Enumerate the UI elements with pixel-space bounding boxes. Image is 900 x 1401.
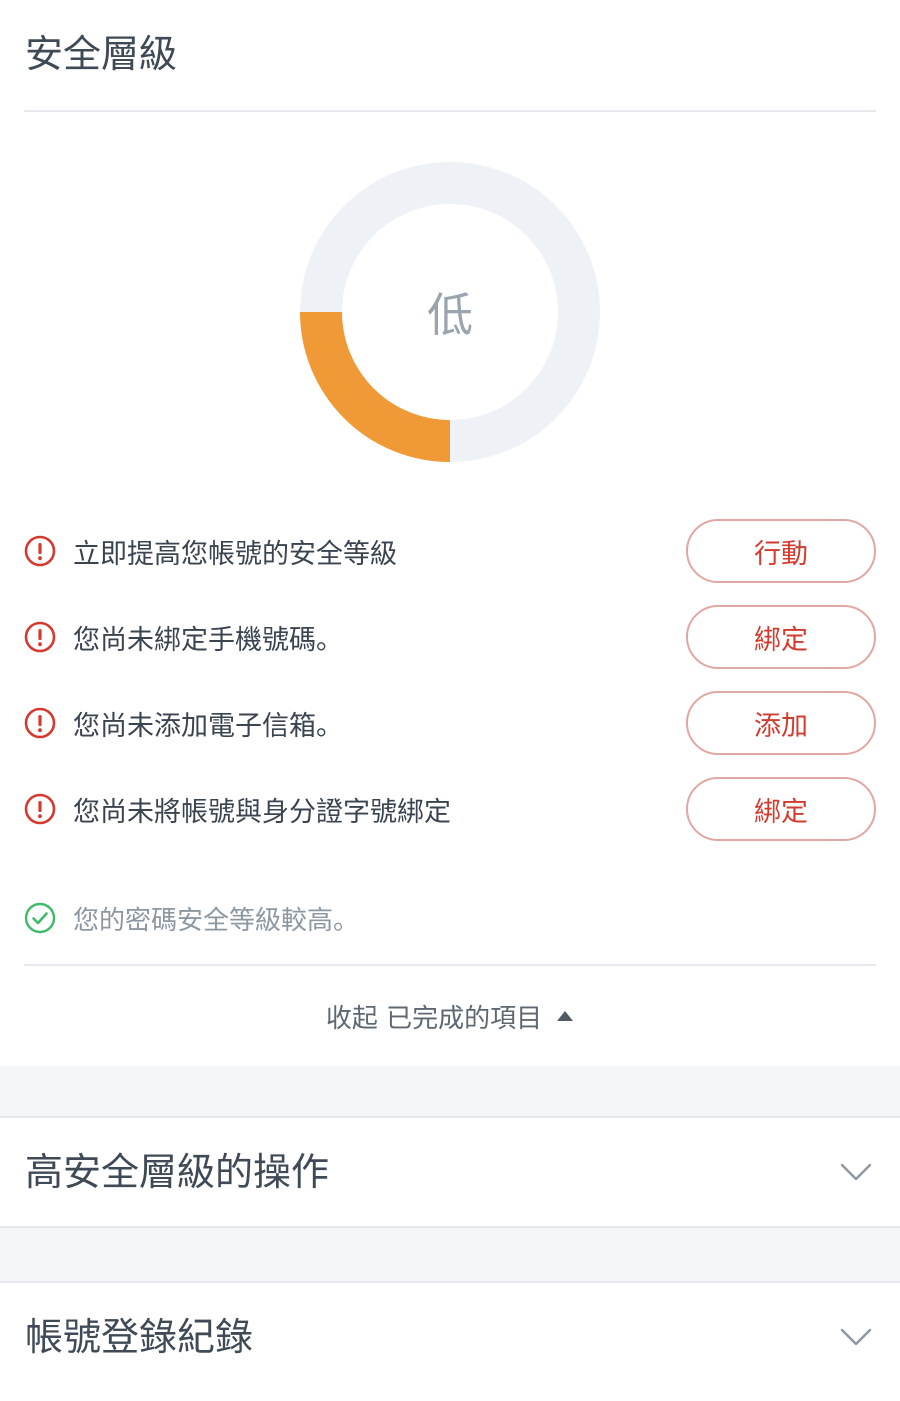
list-item-text: 您尚未將帳號與身分證字號綁定: [73, 796, 451, 828]
section-title: 高安全層級的操作: [25, 1150, 330, 1194]
bind-id-button[interactable]: 綁定: [686, 777, 876, 841]
list-item: 立即提高您帳號的安全等級 行動: [24, 518, 876, 584]
security-level-card: 安全層級 低 立即提高您帳號的安全等級 行動 您尚未綁定手機號碼。 綁定 您尚未…: [0, 0, 900, 1068]
page-title: 安全層級: [25, 32, 178, 76]
exclamation-circle-icon: [24, 621, 56, 653]
chevron-down-icon: [840, 1328, 872, 1346]
completed-item: 您的密碼安全等級較高。: [24, 898, 876, 938]
caret-up-icon: [557, 1011, 574, 1021]
action-button[interactable]: 行動: [686, 519, 876, 583]
chevron-down-icon: [840, 1163, 872, 1181]
security-todo-list: 立即提高您帳號的安全等級 行動 您尚未綁定手機號碼。 綁定 您尚未添加電子信箱。…: [24, 518, 876, 862]
divider: [24, 110, 876, 112]
list-item: 您尚未將帳號與身分證字號綁定 綁定: [24, 776, 876, 842]
section-gap: [0, 1228, 900, 1284]
exclamation-circle-icon: [24, 535, 56, 567]
divider: [24, 964, 876, 966]
exclamation-circle-icon: [24, 707, 56, 739]
completed-item-text: 您的密碼安全等級較高。: [73, 905, 360, 936]
list-item-text: 您尚未綁定手機號碼。: [73, 624, 343, 656]
check-circle-icon: [24, 902, 56, 934]
list-item-text: 您尚未添加電子信箱。: [73, 710, 343, 742]
bind-phone-button[interactable]: 綁定: [686, 605, 876, 669]
security-level-label: 低: [427, 288, 473, 342]
list-item-text: 立即提高您帳號的安全等級: [73, 538, 397, 570]
collapse-completed-toggle[interactable]: 收起 已完成的項目: [0, 994, 900, 1038]
exclamation-circle-icon: [24, 793, 56, 825]
section-login-history[interactable]: 帳號登錄紀錄: [0, 1281, 900, 1401]
collapse-completed-label: 收起 已完成的項目: [325, 1003, 543, 1034]
security-level-gauge: 低: [300, 162, 600, 462]
section-gap: [0, 1066, 900, 1118]
list-item: 您尚未綁定手機號碼。 綁定: [24, 604, 876, 670]
add-email-button[interactable]: 添加: [686, 691, 876, 755]
list-item: 您尚未添加電子信箱。 添加: [24, 690, 876, 756]
section-title: 帳號登錄紀錄: [25, 1315, 254, 1359]
section-high-security-operations[interactable]: 高安全層級的操作: [0, 1116, 900, 1228]
